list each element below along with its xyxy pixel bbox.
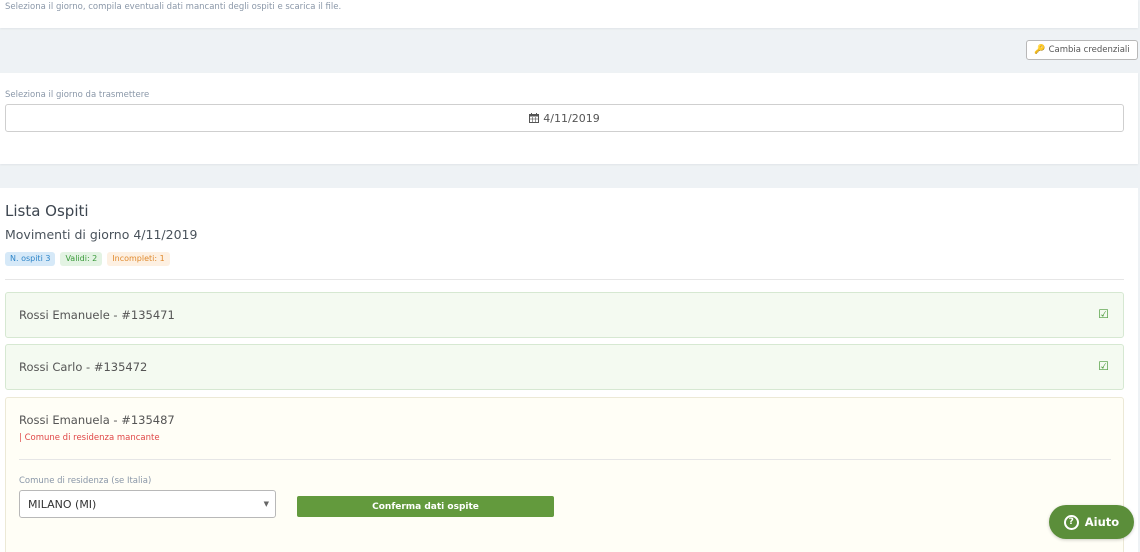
guest-name: Rossi Emanuela - #135487 <box>19 413 175 427</box>
guest-name: Rossi Carlo - #135472 <box>19 360 148 374</box>
instructions-card: Seleziona il giorno, compila eventuali d… <box>0 0 1138 28</box>
divider <box>5 279 1124 280</box>
guest-list-card: Lista Ospiti Movimenti di giorno 4/11/20… <box>0 188 1138 552</box>
total-guests-badge: N. ospiti 3 <box>5 252 56 266</box>
missing-data-warning: | Comune di residenza mancante <box>19 433 160 443</box>
incomplete-guests-badge: Incompleti: 1 <box>107 252 170 266</box>
question-circle-icon: ? <box>1063 514 1079 530</box>
help-label: Aiuto <box>1084 515 1120 529</box>
guest-list-title: Lista Ospiti <box>5 202 89 220</box>
divider <box>19 459 1111 460</box>
guest-name: Rossi Emanuele - #135471 <box>19 308 175 322</box>
selected-day-value: 4/11/2019 <box>543 111 600 125</box>
day-picker-input[interactable]: 4/11/2019 <box>5 104 1124 132</box>
guest-list-subtitle: Movimenti di giorno 4/11/2019 <box>5 227 198 242</box>
guest-count-badges: N. ospiti 3 Validi: 2 Incompleti: 1 <box>5 252 170 266</box>
checkbox-checked-icon: ☑ <box>1098 307 1109 321</box>
guest-item-incomplete: Rossi Emanuela - #135487 | Comune di res… <box>5 397 1124 552</box>
residence-field-label: Comune di residenza (se Italia) <box>19 476 152 486</box>
checkbox-checked-icon: ☑ <box>1098 359 1109 373</box>
chevron-down-icon: ▼ <box>263 500 269 508</box>
change-credentials-button[interactable]: 🔑 Cambia credenziali <box>1026 40 1138 60</box>
residence-select-value: MILANO (MI) <box>28 497 97 511</box>
confirm-guest-button[interactable]: Conferma dati ospite <box>297 496 554 517</box>
valid-guests-badge: Validi: 2 <box>60 252 103 266</box>
calendar-icon <box>529 113 540 123</box>
residence-select[interactable]: MILANO (MI) ▼ <box>19 490 276 518</box>
instructions-text: Seleziona il giorno, compila eventuali d… <box>5 2 342 12</box>
guest-item-valid[interactable]: Rossi Carlo - #135472 ☑ <box>5 344 1124 390</box>
help-button[interactable]: ? Aiuto <box>1049 505 1134 539</box>
key-icon: 🔑 <box>1034 45 1046 55</box>
change-credentials-label: Cambia credenziali <box>1048 45 1130 55</box>
day-selector-label: Seleziona il giorno da trasmettere <box>5 90 150 100</box>
day-selector-card: Seleziona il giorno da trasmettere 4/11/… <box>0 73 1138 164</box>
guest-item-valid[interactable]: Rossi Emanuele - #135471 ☑ <box>5 292 1124 338</box>
